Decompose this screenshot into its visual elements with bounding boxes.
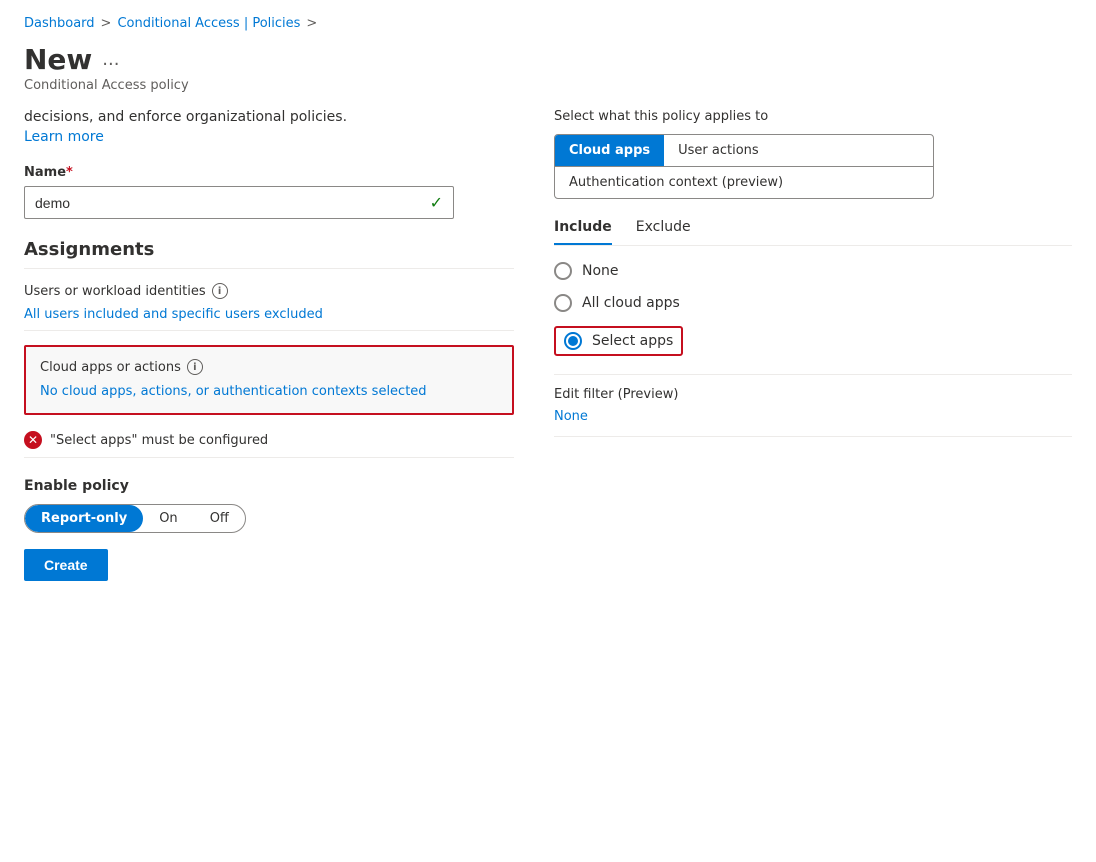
- radio-none-circle: [554, 262, 572, 280]
- users-subsection-label: Users or workload identities i: [24, 283, 514, 299]
- divider: [554, 374, 1072, 375]
- applies-to-box: Cloud apps User actions Authentication c…: [554, 134, 934, 199]
- applies-row-top: Cloud apps User actions: [555, 135, 933, 166]
- create-button[interactable]: Create: [24, 549, 108, 581]
- applies-user-actions-btn[interactable]: User actions: [664, 135, 773, 166]
- breadcrumb: Dashboard > Conditional Access | Policie…: [24, 16, 1072, 31]
- valid-icon: ✓: [430, 193, 443, 212]
- radio-group: None All cloud apps Select apps: [554, 262, 1072, 356]
- radio-select-apps-label: Select apps: [592, 333, 673, 349]
- radio-none-label: None: [582, 263, 619, 279]
- error-text: "Select apps" must be configured: [50, 433, 268, 448]
- left-panel: decisions, and enforce organizational po…: [24, 109, 514, 581]
- radio-select-apps[interactable]: Select apps: [554, 326, 1072, 356]
- divider-bottom: [554, 436, 1072, 437]
- toggle-on[interactable]: On: [143, 505, 193, 532]
- radio-all-cloud-apps[interactable]: All cloud apps: [554, 294, 1072, 312]
- toggle-off[interactable]: Off: [194, 505, 245, 532]
- users-info-icon[interactable]: i: [212, 283, 228, 299]
- page-header: New ...: [24, 43, 1072, 76]
- applies-cloud-apps-btn[interactable]: Cloud apps: [555, 135, 664, 166]
- edit-filter-link[interactable]: None: [554, 409, 588, 424]
- error-icon: ✕: [24, 431, 42, 449]
- tab-include[interactable]: Include: [554, 219, 612, 245]
- more-options-button[interactable]: ...: [102, 49, 119, 70]
- users-link[interactable]: All users included and specific users ex…: [24, 307, 514, 331]
- policy-applies-label: Select what this policy applies to: [554, 109, 1072, 124]
- toggle-report-only[interactable]: Report-only: [25, 505, 143, 532]
- include-exclude-tabs: Include Exclude: [554, 219, 1072, 246]
- applies-auth-context-btn[interactable]: Authentication context (preview): [555, 166, 933, 198]
- enable-policy-section: Enable policy Report-only On Off: [24, 478, 514, 533]
- description-text: decisions, and enforce organizational po…: [24, 109, 514, 125]
- breadcrumb-sep1: >: [101, 16, 112, 31]
- required-indicator: *: [66, 165, 73, 180]
- assignments-section-title: Assignments: [24, 239, 514, 269]
- select-apps-highlight: Select apps: [554, 326, 683, 356]
- page-subtitle: Conditional Access policy: [24, 78, 1072, 93]
- cloud-apps-info-icon[interactable]: i: [187, 359, 203, 375]
- tab-exclude[interactable]: Exclude: [636, 219, 691, 245]
- radio-select-apps-circle: [564, 332, 582, 350]
- edit-filter-label: Edit filter (Preview): [554, 387, 1072, 402]
- radio-all-circle: [554, 294, 572, 312]
- learn-more-link[interactable]: Learn more: [24, 129, 104, 145]
- radio-none[interactable]: None: [554, 262, 1072, 280]
- enable-policy-label: Enable policy: [24, 478, 514, 494]
- page-title: New: [24, 43, 92, 76]
- radio-all-label: All cloud apps: [582, 295, 680, 311]
- breadcrumb-policies[interactable]: Conditional Access | Policies: [117, 16, 300, 31]
- name-input[interactable]: [35, 195, 430, 211]
- cloud-apps-box[interactable]: Cloud apps or actions i No cloud apps, a…: [24, 345, 514, 415]
- cloud-apps-header: Cloud apps or actions i: [40, 359, 498, 375]
- name-label: Name*: [24, 165, 514, 180]
- name-input-wrapper: ✓: [24, 186, 454, 219]
- breadcrumb-sep2: >: [306, 16, 317, 31]
- radio-select-apps-dot: [568, 336, 578, 346]
- breadcrumb-dashboard[interactable]: Dashboard: [24, 16, 95, 31]
- cloud-apps-message: No cloud apps, actions, or authenticatio…: [40, 383, 498, 401]
- error-row: ✕ "Select apps" must be configured: [24, 423, 514, 458]
- right-panel: Select what this policy applies to Cloud…: [554, 109, 1072, 581]
- enable-policy-toggle[interactable]: Report-only On Off: [24, 504, 246, 533]
